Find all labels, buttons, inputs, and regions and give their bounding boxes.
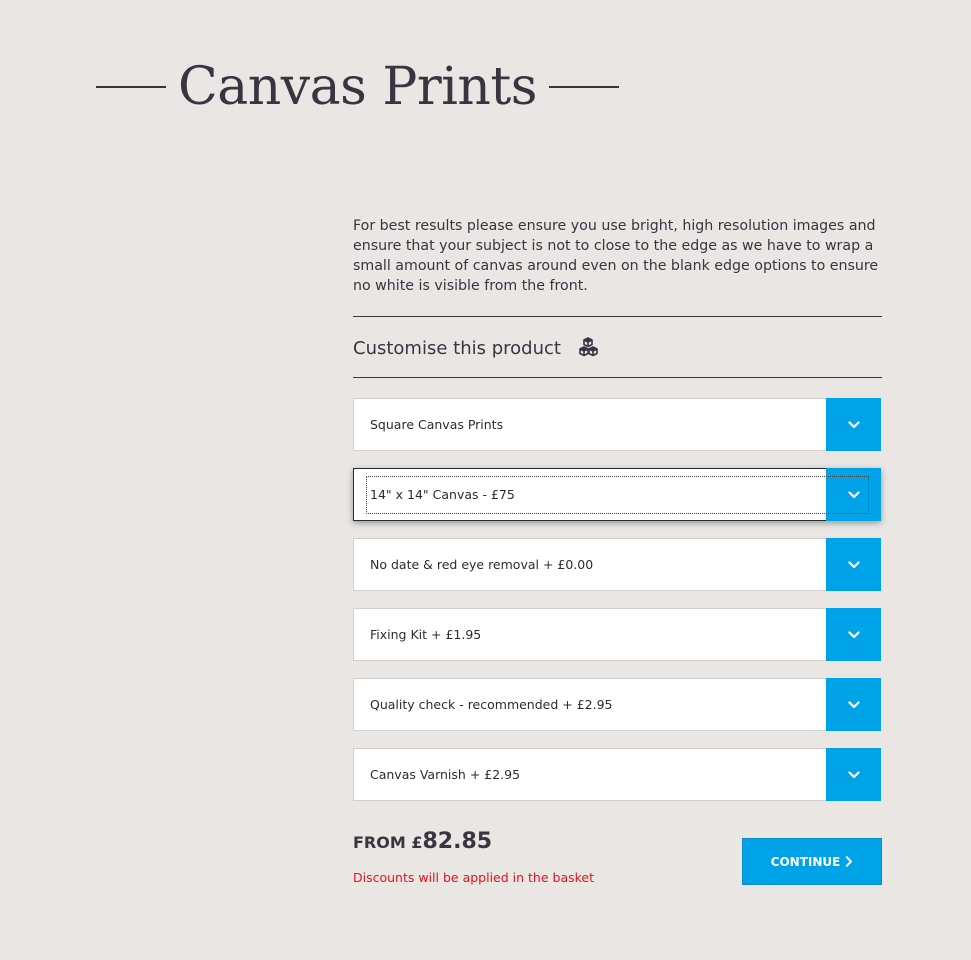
chevron-down-icon xyxy=(847,420,860,428)
chevron-down-icon xyxy=(847,490,860,498)
cubes-icon xyxy=(579,337,598,357)
size-select[interactable]: 14" x 14" Canvas - £75 xyxy=(353,468,881,521)
customise-header: Customise this product xyxy=(353,333,605,363)
intro-text: For best results please ensure you use b… xyxy=(353,218,879,294)
dropdown-arrow[interactable] xyxy=(826,538,881,591)
dropdown-arrow[interactable] xyxy=(826,748,881,801)
customise-title: Customise this product xyxy=(353,337,561,359)
title-left-rule xyxy=(96,86,166,88)
fixing-kit-select[interactable]: Fixing Kit + £1.95 xyxy=(353,608,881,661)
chevron-down-icon xyxy=(847,560,860,568)
varnish-value: Canvas Varnish + £2.95 xyxy=(370,767,521,782)
divider-top xyxy=(353,316,882,317)
continue-label: CONTINUE xyxy=(770,854,841,869)
price-display: FROM £ 82.85 xyxy=(353,829,492,854)
fixing-kit-value: Fixing Kit + £1.95 xyxy=(370,627,482,642)
page-title-block: Canvas Prints xyxy=(96,52,619,122)
price-value: 82.85 xyxy=(422,829,493,854)
product-type-select[interactable]: Square Canvas Prints xyxy=(353,398,881,451)
dropdown-arrow[interactable] xyxy=(826,678,881,731)
discount-note: Discounts will be applied in the basket xyxy=(353,870,594,885)
page-title: Canvas Prints xyxy=(178,57,537,117)
chevron-down-icon xyxy=(847,630,860,638)
continue-button[interactable]: CONTINUE xyxy=(742,838,882,885)
date-redeye-value: No date & red eye removal + £0.00 xyxy=(370,557,594,572)
size-value: 14" x 14" Canvas - £75 xyxy=(370,487,515,502)
dropdown-arrow[interactable] xyxy=(826,608,881,661)
dropdown-arrow[interactable] xyxy=(826,468,881,521)
date-redeye-select[interactable]: No date & red eye removal + £0.00 xyxy=(353,538,881,591)
chevron-right-icon xyxy=(846,856,853,867)
price-prefix: FROM £ xyxy=(353,833,423,852)
chevron-down-icon xyxy=(847,770,860,778)
product-type-value: Square Canvas Prints xyxy=(370,417,504,432)
varnish-select[interactable]: Canvas Varnish + £2.95 xyxy=(353,748,881,801)
title-right-rule xyxy=(548,86,619,88)
dropdown-arrow[interactable] xyxy=(826,398,881,451)
quality-check-value: Quality check - recommended + £2.95 xyxy=(370,697,613,712)
quality-check-select[interactable]: Quality check - recommended + £2.95 xyxy=(353,678,881,731)
chevron-down-icon xyxy=(847,700,860,708)
divider-bottom xyxy=(353,377,882,378)
